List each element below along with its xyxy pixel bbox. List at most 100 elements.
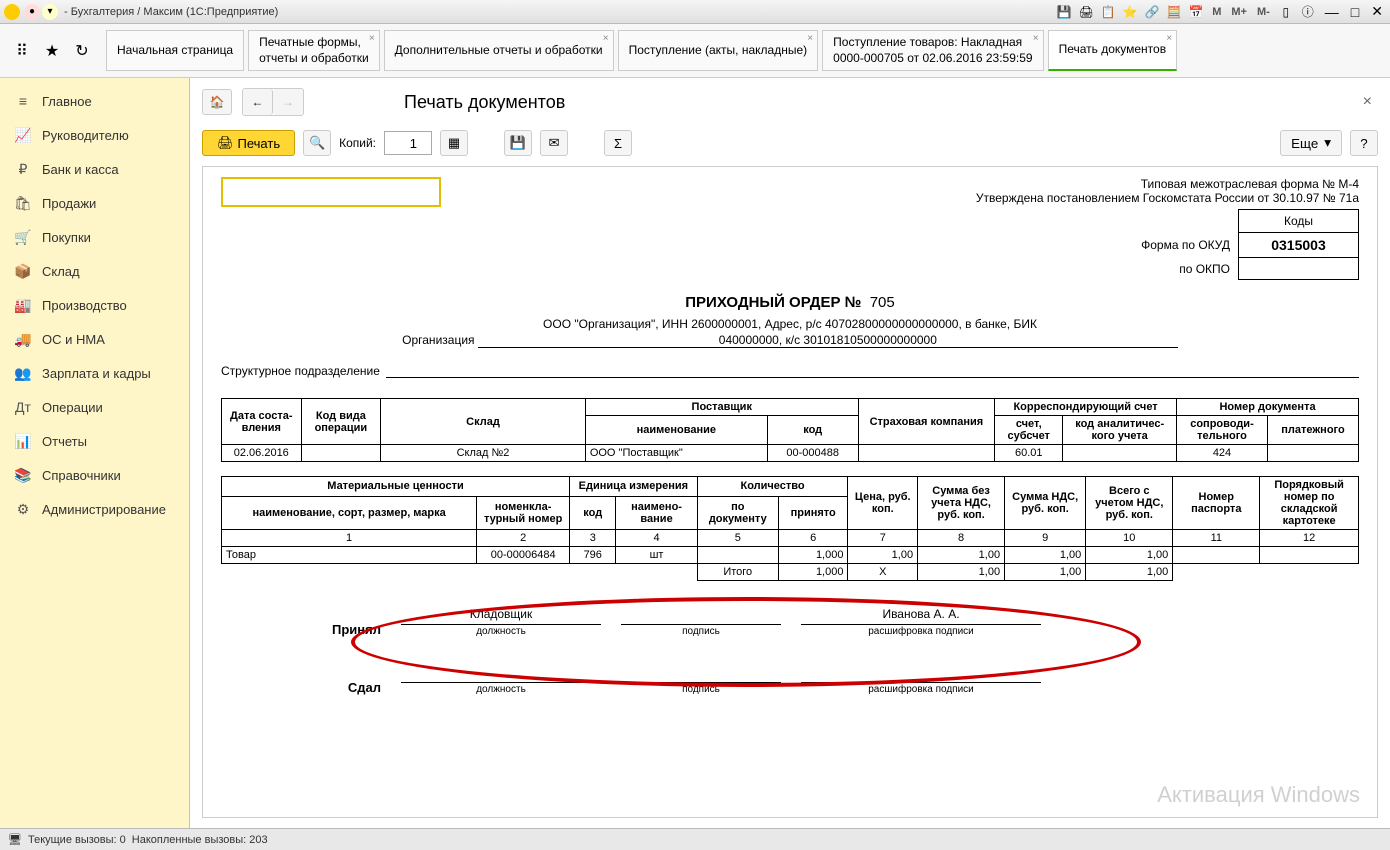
selection-box[interactable] — [221, 177, 441, 207]
col-num: 10 — [1086, 530, 1173, 547]
copies-input[interactable] — [384, 131, 432, 155]
titlebar: ● ▾ - Бухгалтерия / Максим (1С:Предприят… — [0, 0, 1390, 24]
memory-m[interactable]: M — [1210, 6, 1223, 18]
memory-mplus[interactable]: M+ — [1229, 6, 1249, 18]
sidebar-label: Продажи — [42, 196, 96, 211]
link-icon[interactable]: 🔗 — [1144, 4, 1160, 20]
favorite-icon[interactable]: ⭐ — [1122, 4, 1138, 20]
sidebar-icon: 🏭 — [14, 296, 32, 314]
close-icon[interactable]: ✕ — [1368, 3, 1386, 20]
sum-button[interactable]: Σ — [604, 130, 632, 156]
sidebar-item-12[interactable]: ⚙Администрирование — [0, 492, 189, 526]
sidebar-label: Главное — [42, 94, 92, 109]
sidebar: ≡Главное 📈 Руководителю ₽Банк и касса🛍Прода… — [0, 78, 190, 828]
document-area[interactable]: Типовая межотраслевая форма № М-4 Утверж… — [202, 166, 1378, 818]
form-note-1: Типовая межотраслевая форма № М-4 — [976, 177, 1359, 191]
tab-close-icon[interactable]: × — [603, 33, 609, 44]
minimize-icon[interactable]: — — [1322, 4, 1342, 20]
col-num: 6 — [778, 530, 848, 547]
sidebar-icon: ₽ — [14, 160, 32, 178]
page-close-button[interactable]: × — [1357, 91, 1378, 113]
sidebar-item-1[interactable]: 📈 Руководителю — [0, 118, 189, 152]
tab-close-icon[interactable]: × — [807, 33, 813, 44]
apps-icon[interactable]: ⠿ — [12, 41, 32, 61]
tab-1[interactable]: Печатные формы, отчеты и обработки× — [248, 30, 380, 71]
tab-5[interactable]: Печать документов× — [1048, 30, 1178, 71]
toolbar: 🖨 Печать 🔍 Копий: ▦ 💾 ✉ Σ Еще ▾ ? — [190, 126, 1390, 166]
help-button[interactable]: ? — [1350, 130, 1378, 156]
print-button[interactable]: 🖨 Печать — [202, 130, 295, 156]
sidebar-item-9[interactable]: ДтОперации — [0, 390, 189, 424]
col-num: 1 — [222, 530, 477, 547]
sidebar-item-11[interactable]: 📚Справочники — [0, 458, 189, 492]
col-num: 8 — [918, 530, 1005, 547]
status-bar: 🖥 Текущие вызовы: 0 Накопленные вызовы: … — [0, 828, 1390, 850]
tab-close-icon[interactable]: × — [369, 33, 375, 44]
sidebar-label: ОС и НМА — [42, 332, 105, 347]
sidebar-item-10[interactable]: 📊Отчеты — [0, 424, 189, 458]
table-button[interactable]: ▦ — [440, 130, 468, 156]
memory-mminus[interactable]: M- — [1255, 6, 1272, 18]
preview-button[interactable]: 🔍 — [303, 130, 331, 156]
tab-label: Поступление (акты, накладные) — [629, 43, 808, 59]
copy-icon[interactable]: 📋 — [1100, 4, 1116, 20]
col-num: 11 — [1173, 530, 1260, 547]
col-num: 7 — [848, 530, 918, 547]
tab-3[interactable]: Поступление (акты, накладные)× — [618, 30, 819, 71]
history-icon[interactable]: ↻ — [72, 41, 92, 61]
app-icon — [4, 4, 20, 20]
sidebar-item-7[interactable]: 🚚 ОС и НМА — [0, 322, 189, 356]
tab-close-icon[interactable]: × — [1033, 33, 1039, 44]
star-icon[interactable]: ★ — [42, 41, 62, 61]
tab-close-icon[interactable]: × — [1166, 33, 1172, 44]
save-icon[interactable]: 💾 — [1056, 4, 1072, 20]
back-button[interactable]: ← — [243, 89, 273, 115]
sidebar-item-8[interactable]: 👥Зарплата и кадры — [0, 356, 189, 390]
col-num: 12 — [1260, 530, 1359, 547]
sidebar-label: Справочники — [42, 468, 121, 483]
tab-0[interactable]: Начальная страница — [106, 30, 244, 71]
maximize-icon[interactable]: □ — [1348, 4, 1362, 20]
okpo-label: по ОКПО — [1131, 258, 1238, 280]
forward-button[interactable]: → — [273, 89, 303, 115]
calendar-icon[interactable]: 📅 — [1188, 4, 1204, 20]
okud-value: 0315003 — [1239, 233, 1359, 258]
sidebar-icon: 📈 — [14, 126, 32, 144]
more-button-label: Еще — [1291, 136, 1318, 151]
home-button[interactable]: 🏠 — [202, 89, 232, 115]
panel-icon[interactable]: ▯ — [1278, 4, 1294, 20]
struct-line: Структурное подразделение — [221, 362, 1359, 378]
tab-4[interactable]: Поступление товаров: Накладная 0000-0007… — [822, 30, 1043, 71]
print-icon[interactable]: 🖨 — [1078, 4, 1094, 20]
sidebar-item-6[interactable]: 🏭Производство — [0, 288, 189, 322]
codes-table: Коды Форма по ОКУД0315003 по ОКПО — [1131, 209, 1359, 280]
tab-strip: ⠿ ★ ↻ Начальная страница Печатные формы, … — [0, 24, 1390, 78]
content-area: 🏠 ← → Печать документов × 🖨 Печать 🔍 Коп… — [190, 78, 1390, 828]
okud-label: Форма по ОКУД — [1131, 233, 1238, 258]
tab-label: Дополнительные отчеты и обработки — [395, 43, 603, 59]
sidebar-item-3[interactable]: 🛍Продажи — [0, 186, 189, 220]
table-row: Товар 00-00006484 796 шт 1,000 1,00 1,00… — [222, 547, 1359, 564]
sidebar-icon: Дт — [14, 398, 32, 416]
info-icon[interactable]: ⓘ — [1300, 4, 1316, 20]
sidebar-icon: 📊 — [14, 432, 32, 450]
gave-fullname — [801, 665, 1041, 683]
min-circle-icon[interactable]: ▾ — [42, 4, 58, 20]
sidebar-item-0[interactable]: ≡Главное — [0, 84, 189, 118]
sidebar-label: Руководителю — [42, 128, 129, 143]
accepted-signature — [621, 607, 781, 625]
tab-2[interactable]: Дополнительные отчеты и обработки× — [384, 30, 614, 71]
close-circle-icon[interactable]: ● — [24, 4, 40, 20]
col-num: 5 — [697, 530, 778, 547]
calc-icon[interactable]: 🧮 — [1166, 4, 1182, 20]
tab-label: Начальная страница — [117, 43, 233, 59]
sidebar-item-2[interactable]: ₽Банк и касса — [0, 152, 189, 186]
more-button[interactable]: Еще ▾ — [1280, 130, 1342, 156]
disk-button[interactable]: 💾 — [504, 130, 532, 156]
codes-header: Коды — [1239, 210, 1359, 233]
print-button-label: Печать — [238, 136, 281, 151]
mail-button[interactable]: ✉ — [540, 130, 568, 156]
sidebar-icon: 🚚 — [14, 330, 32, 348]
sidebar-item-4[interactable]: 🛒Покупки — [0, 220, 189, 254]
sidebar-item-5[interactable]: 📦Склад — [0, 254, 189, 288]
